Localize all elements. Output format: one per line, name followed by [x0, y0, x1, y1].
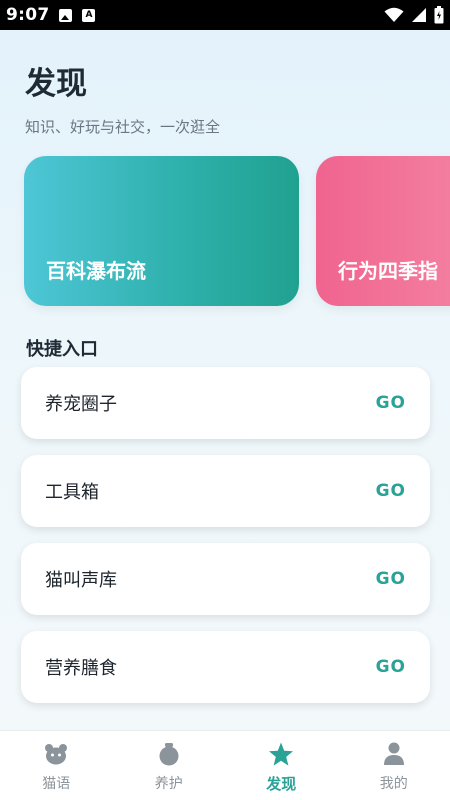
quick-item-meow-library[interactable]: 猫叫声库 GO — [21, 543, 430, 615]
quick-item-label: 猫叫声库 — [45, 570, 117, 591]
nav-item-care[interactable]: 养护 — [113, 731, 226, 800]
quick-item-nutrition[interactable]: 营养膳食 GO — [21, 631, 430, 703]
bottom-nav: 猫语 养护 发现 我的 — [0, 730, 450, 800]
nav-label: 我的 — [379, 776, 408, 792]
feature-card-label: 百科瀑布流 — [46, 259, 146, 283]
page-subtitle: 知识、好玩与社交，一次逛全 — [25, 118, 221, 136]
battery-icon — [434, 6, 444, 24]
go-button[interactable]: GO — [376, 569, 406, 589]
status-time: 9:07 — [6, 5, 50, 25]
go-button[interactable]: GO — [376, 481, 406, 501]
section-title-quick-access: 快捷入口 — [26, 339, 98, 360]
image-icon — [59, 8, 73, 22]
feature-card-label: 行为四季指 — [338, 259, 438, 283]
nav-item-mine[interactable]: 我的 — [338, 731, 450, 800]
care-icon — [156, 741, 182, 767]
cat-face-icon — [43, 741, 69, 767]
quick-item-toolbox[interactable]: 工具箱 GO — [21, 455, 430, 527]
nav-item-cat-language[interactable]: 猫语 — [0, 731, 113, 800]
quick-item-label: 养宠圈子 — [45, 394, 117, 415]
go-button[interactable]: GO — [376, 657, 406, 677]
page-title: 发现 — [25, 66, 87, 102]
nav-label: 猫语 — [42, 776, 71, 792]
star-icon — [268, 741, 294, 767]
nav-label: 发现 — [266, 775, 297, 793]
quick-item-label: 营养膳食 — [45, 658, 117, 679]
feature-card-behavior[interactable]: 行为四季指 — [316, 156, 450, 306]
quick-item-pet-circle[interactable]: 养宠圈子 GO — [21, 367, 430, 439]
person-icon — [381, 741, 407, 767]
nav-label: 养护 — [154, 776, 183, 792]
a-icon: A — [82, 8, 96, 22]
feature-card-encyclopedia[interactable]: 百科瀑布流 — [24, 156, 299, 306]
wifi-icon — [384, 7, 404, 22]
feature-card-carousel[interactable]: 百科瀑布流 行为四季指 — [0, 156, 450, 306]
status-bar: 9:07 A — [0, 0, 450, 30]
go-button[interactable]: GO — [376, 393, 406, 413]
signal-icon — [412, 8, 426, 22]
nav-item-discover[interactable]: 发现 — [225, 731, 338, 800]
discover-content: 发现 知识、好玩与社交，一次逛全 百科瀑布流 行为四季指 快捷入口 养宠圈子 G… — [0, 30, 450, 730]
quick-item-label: 工具箱 — [45, 482, 99, 503]
